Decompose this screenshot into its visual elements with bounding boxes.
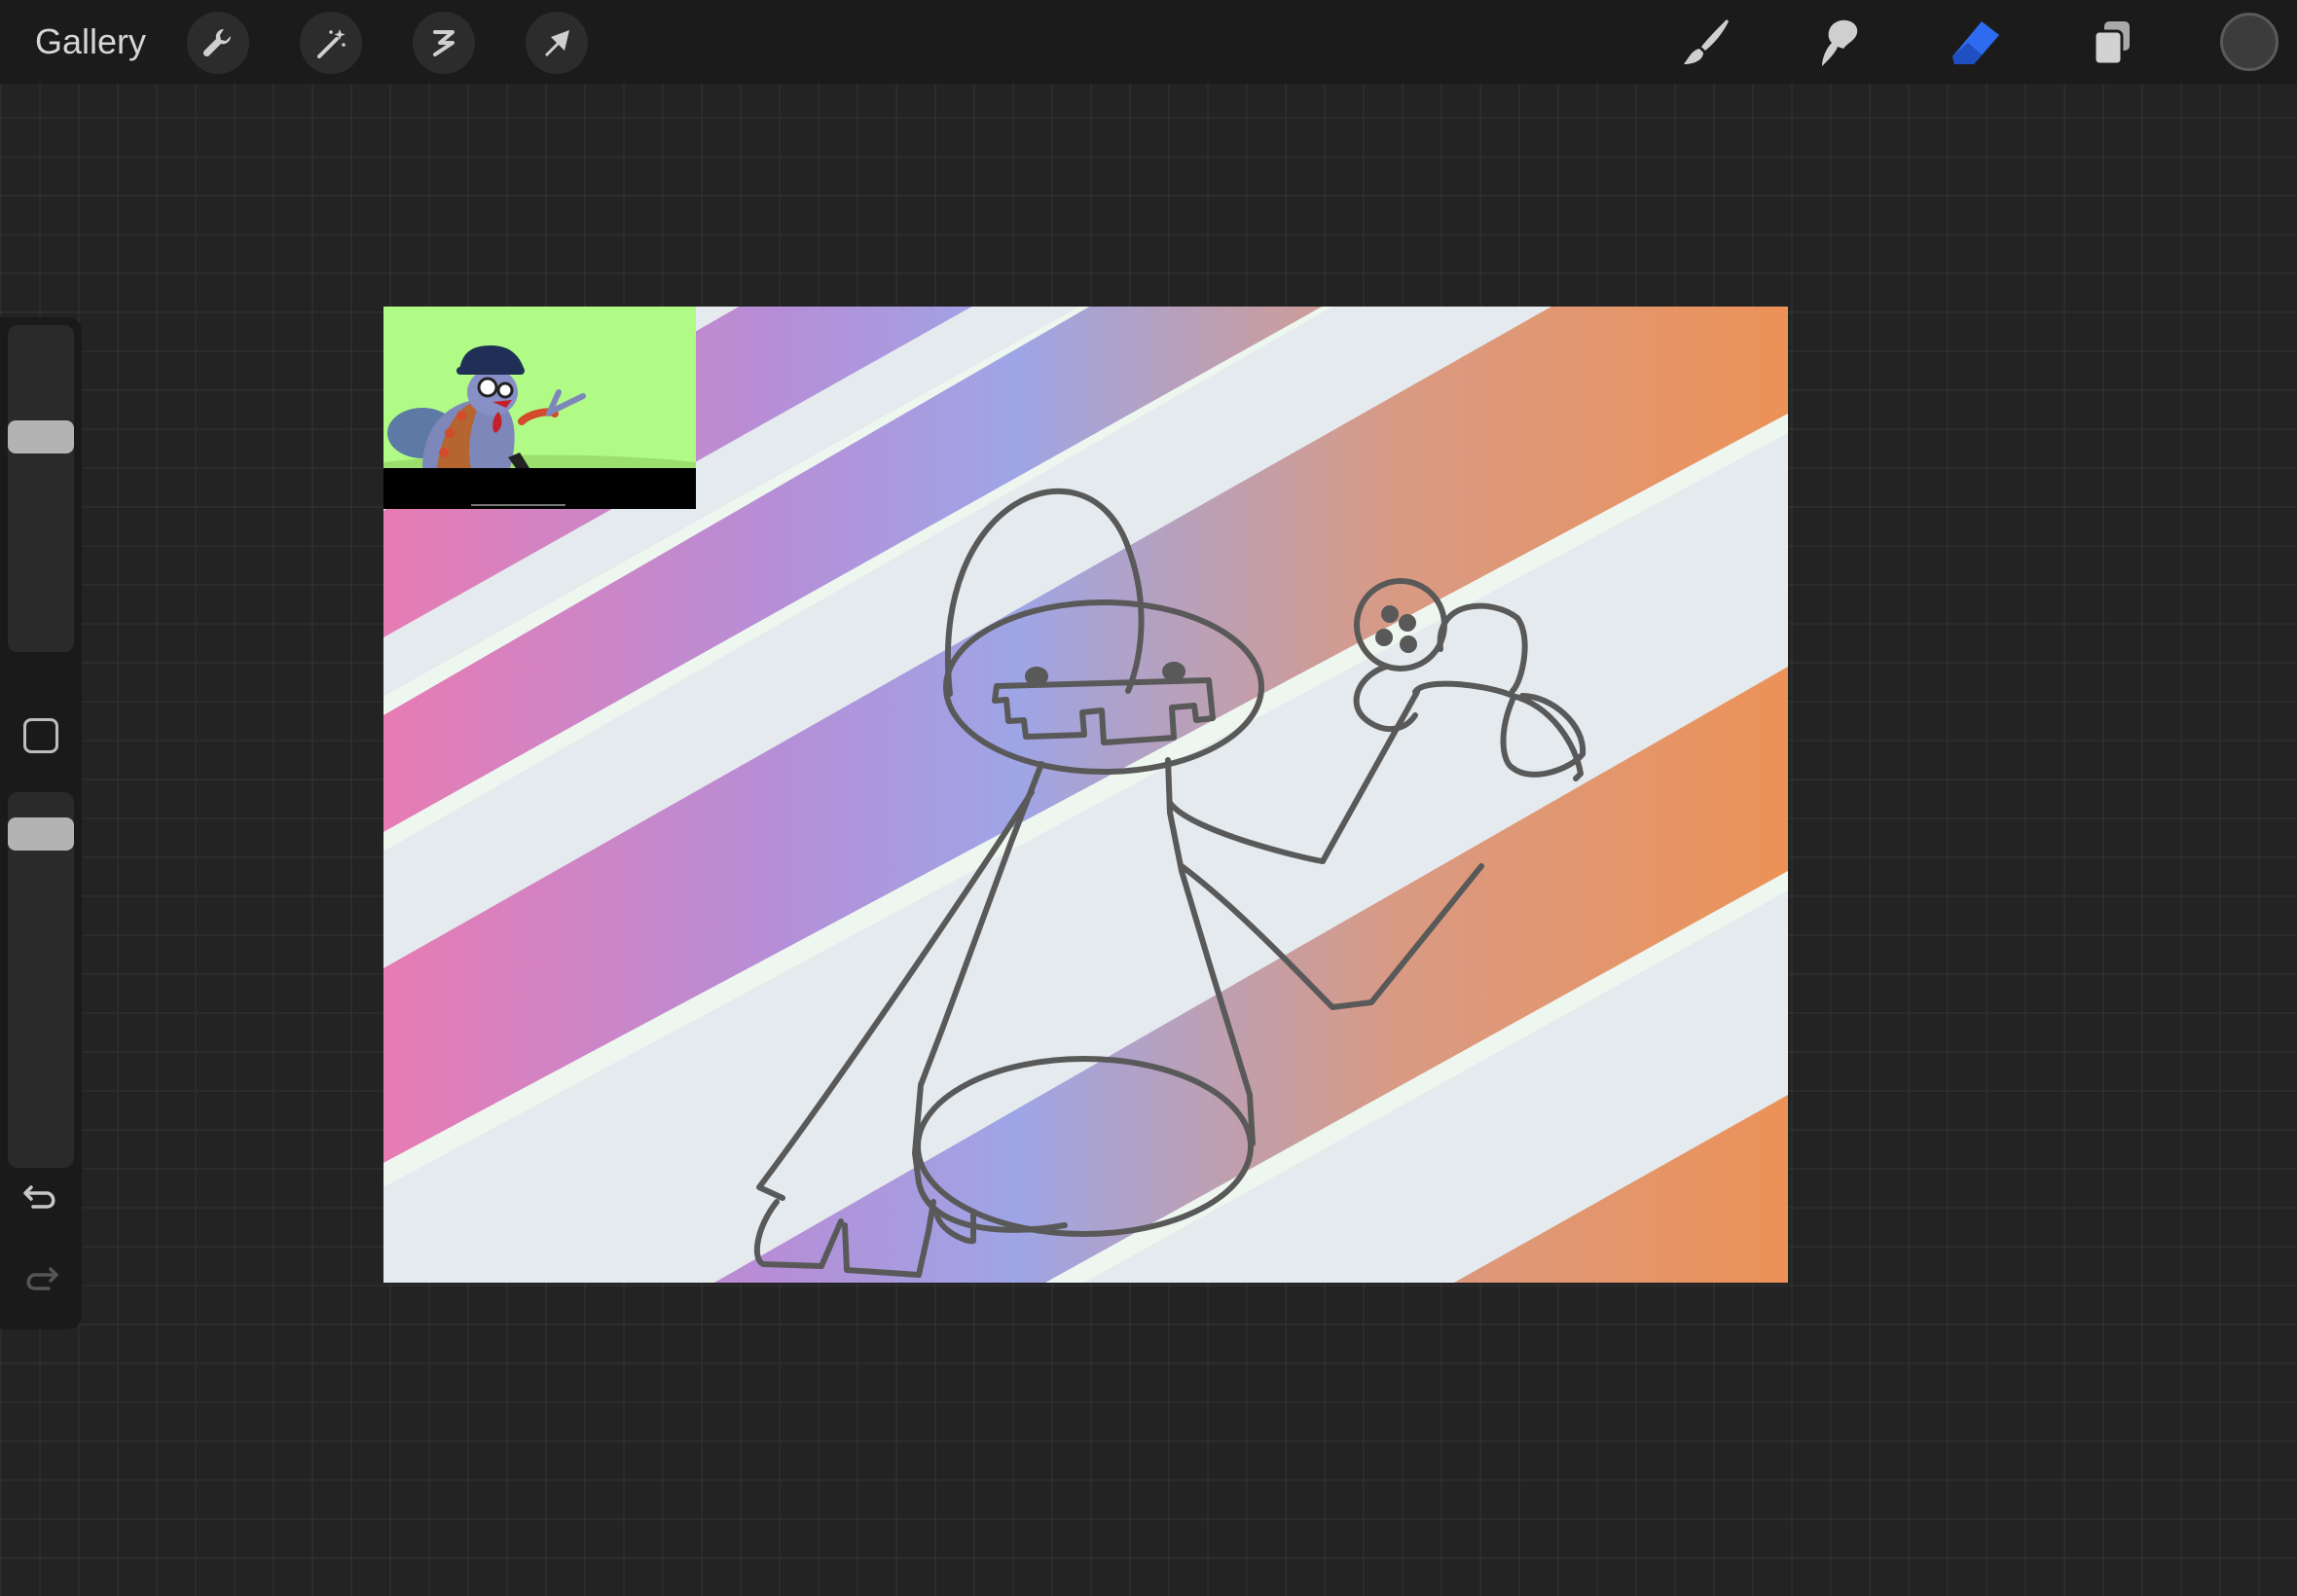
top-toolbar: Gallery [0,0,2297,84]
opacity-slider-thumb[interactable] [8,817,74,851]
brush-icon [1684,19,1729,64]
left-sidebar [0,317,82,1329]
layers-icon [2093,21,2130,66]
gallery-button[interactable]: Gallery [35,19,146,64]
transform-button[interactable] [526,12,588,74]
reference-image[interactable] [383,307,696,509]
redo-icon[interactable] [19,1255,62,1298]
square-modify-icon[interactable] [23,718,58,753]
eraser-icon [1952,21,1999,64]
reference-character-image [383,307,696,509]
arrow-cursor-icon [545,30,569,56]
selection-button[interactable] [413,12,475,74]
adjustments-button[interactable] [300,12,362,74]
eraser-button[interactable] [1945,12,2007,74]
magic-wand-icon [317,29,346,58]
undo-icon[interactable] [19,1174,62,1216]
selection-icon [433,30,455,56]
brush-button[interactable] [1674,12,1736,74]
brush-size-slider-thumb[interactable] [8,420,74,453]
actions-button[interactable] [187,12,249,74]
smudge-button[interactable] [1808,12,1871,74]
wrench-icon [202,28,232,57]
layers-button[interactable] [2081,12,2143,74]
brush-size-slider[interactable] [8,325,74,652]
smudge-icon [1822,19,1858,66]
color-picker-button[interactable] [2220,13,2279,71]
